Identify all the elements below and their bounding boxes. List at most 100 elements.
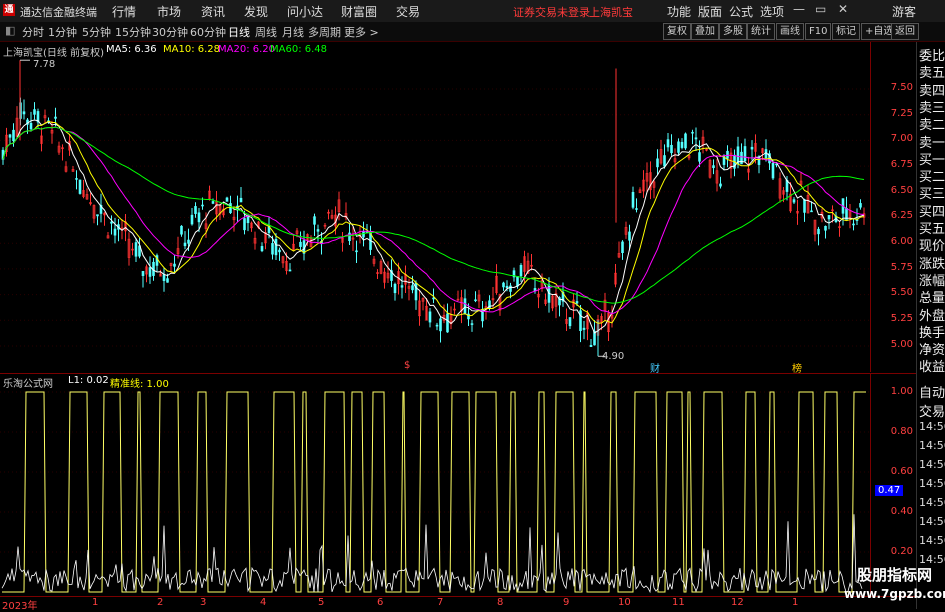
price-tick: 7.00 (890, 133, 913, 144)
app-title: 通达信金融终端 (20, 6, 97, 19)
menu-market[interactable]: 市场 (157, 3, 181, 20)
indicator-name[interactable]: 乐淘公式网 (3, 375, 53, 390)
period-multi[interactable]: 多周期 (308, 24, 341, 40)
candle (694, 127, 698, 151)
candle (89, 192, 92, 206)
restore-icon[interactable]: ▭ (815, 2, 826, 16)
fq-button[interactable]: 复权 (663, 23, 691, 40)
tick-time: 14:56 (919, 458, 945, 471)
quote-field-label: 买四 (919, 204, 945, 220)
price-tick: 5.50 (890, 287, 913, 298)
candle (659, 139, 663, 165)
login-warning[interactable]: 证券交易未登录 (513, 4, 590, 20)
kline-chart[interactable] (0, 42, 870, 372)
candle (348, 223, 351, 245)
f10-button[interactable]: F10 (805, 23, 832, 40)
period-30min[interactable]: 30分钟 (152, 24, 188, 40)
candle (614, 263, 617, 288)
period-weekly[interactable]: 周线 (255, 24, 277, 40)
candle (824, 225, 827, 239)
app-logo-icon: 通 (3, 4, 15, 16)
candle (537, 287, 540, 309)
candle (264, 226, 267, 250)
ma20-label: MA20: 6.20 (218, 44, 276, 55)
candle (449, 306, 453, 330)
candle (663, 144, 666, 169)
candle (75, 170, 78, 190)
menu-quotes[interactable]: 行情 (112, 3, 136, 20)
l1-line (1, 514, 863, 594)
kline-panel[interactable]: 上海凯宝(日线 前复权) MA5: 6.36 MA10: 6.28 MA20: … (0, 42, 870, 375)
price-tick: 6.00 (890, 236, 913, 247)
candle (341, 232, 344, 252)
menu-discover[interactable]: 发现 (244, 3, 268, 20)
candle (547, 277, 551, 313)
ma20-line (2, 126, 865, 315)
menu-ask[interactable]: 问小达 (287, 3, 323, 20)
candle (92, 204, 96, 224)
candle (698, 140, 701, 168)
indicator-panel[interactable]: 乐淘公式网 L1: 0.02 精准线: 1.00 (0, 373, 870, 597)
candle (859, 199, 862, 210)
menu-functions[interactable]: 功能 (667, 3, 691, 20)
candle (680, 138, 684, 150)
menu-formula[interactable]: 公式 (729, 3, 753, 20)
indicator-cursor-value: 0.47 (875, 485, 904, 496)
mark-button[interactable]: 标记 (832, 23, 860, 40)
candle (729, 147, 733, 179)
event-mark-dollar[interactable]: $ (404, 360, 410, 371)
ma5-label: MA5: 6.36 (106, 44, 157, 55)
overlay-button[interactable]: 叠加 (691, 23, 719, 40)
quote-field-label: 外盘 (919, 308, 945, 324)
back-button[interactable]: 返回 (891, 23, 919, 40)
period-60min[interactable]: 60分钟 (190, 24, 226, 40)
menu-news[interactable]: 资讯 (201, 3, 225, 20)
period-monthly[interactable]: 月线 (282, 24, 304, 40)
candle (708, 158, 712, 179)
candle (15, 106, 19, 138)
menu-wealth[interactable]: 财富圈 (341, 3, 377, 20)
quote-field-label: 卖二 (919, 118, 945, 134)
period-1min[interactable]: 1分钟 (48, 24, 77, 40)
candle (208, 185, 211, 201)
candle (456, 290, 460, 302)
candle (701, 130, 705, 154)
period-5min[interactable]: 5分钟 (82, 24, 111, 40)
candle (463, 289, 467, 315)
period-more[interactable]: 更多 > (344, 24, 379, 40)
multi-stock-button[interactable]: 多股 (719, 23, 747, 40)
toggle-panel-icon[interactable]: ◧ (5, 24, 15, 37)
minimize-icon[interactable]: — (793, 2, 805, 16)
candle (610, 305, 614, 328)
time-axis-label: 6 (377, 597, 384, 608)
tick-time: 14:56 (919, 439, 945, 452)
price-tick: 5.00 (890, 339, 913, 350)
auto-trade-label[interactable]: 自动 (919, 382, 945, 401)
close-icon[interactable]: ✕ (838, 2, 848, 16)
menu-trade[interactable]: 交易 (396, 3, 420, 20)
period-tick[interactable]: 分时 (22, 24, 44, 40)
candle (481, 300, 484, 328)
auto-trade-label[interactable]: 交易 (919, 401, 945, 420)
candle (253, 231, 257, 250)
candle (565, 308, 568, 331)
indicator-chart[interactable] (0, 374, 870, 597)
candle (495, 264, 498, 295)
draw-button[interactable]: 画线 (776, 23, 804, 40)
candle (134, 237, 138, 263)
menu-layout[interactable]: 版面 (698, 3, 722, 20)
stats-button[interactable]: 统计 (747, 23, 775, 40)
candle (113, 217, 117, 244)
guest-label[interactable]: 游客 (892, 3, 916, 20)
tick-time: 14:56 (919, 515, 945, 528)
stock-name-title: 上海凯宝 (589, 6, 633, 19)
time-axis-label: 9 (563, 597, 570, 608)
period-15min[interactable]: 15分钟 (115, 24, 151, 40)
candle (355, 240, 358, 263)
menu-options[interactable]: 选项 (760, 3, 784, 20)
candle (705, 148, 708, 152)
candle (621, 240, 624, 260)
candle (677, 138, 680, 155)
period-daily[interactable]: 日线 (228, 24, 250, 40)
candle (421, 297, 425, 311)
